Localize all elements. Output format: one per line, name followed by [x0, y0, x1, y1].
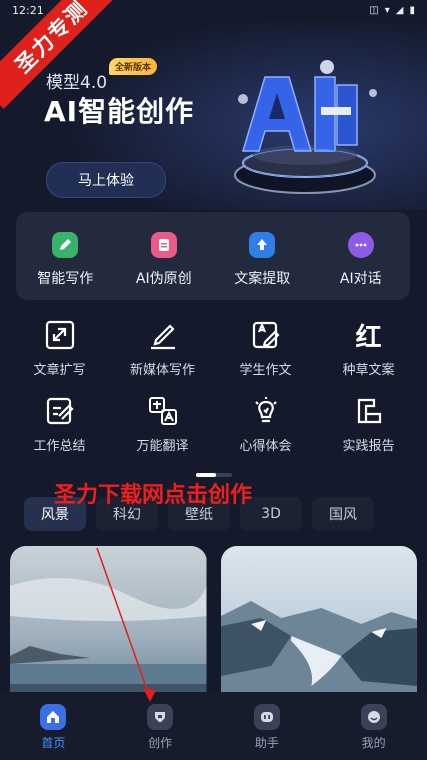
tool-label: 学生作文	[239, 363, 292, 378]
watermark-text: 圣力下载网点击创作	[54, 483, 253, 508]
tool-translate[interactable]: 万能翻译	[111, 394, 214, 470]
nav-label: 首页	[41, 736, 66, 750]
nav-label: 助手	[254, 736, 279, 750]
document-icon	[150, 232, 177, 258]
essay-icon	[249, 318, 283, 352]
nav-label: 创作	[148, 736, 173, 750]
red-glyph: 红	[355, 322, 382, 353]
translate-icon	[146, 394, 180, 428]
nav-profile[interactable]: 我的	[320, 692, 427, 760]
create-icon	[147, 704, 174, 730]
try-now-button[interactable]: 马上体验	[46, 162, 166, 198]
tool-work-summary[interactable]: 工作总结	[8, 394, 111, 470]
tool-new-media[interactable]: 新媒体写作	[111, 318, 214, 394]
status-time: 12:21	[12, 3, 44, 17]
tools-grid: 文章扩写 新媒体写作 学生作文 红 种草文案 工作总结 万能翻译 心得体会 实践…	[8, 318, 420, 470]
gallery-image-sea[interactable]	[10, 546, 207, 696]
vibrate-icon: ◫	[369, 4, 379, 16]
tool-label: 文章扩写	[33, 363, 86, 378]
tool-label: 实践报告	[342, 439, 395, 454]
chat-icon	[347, 232, 374, 258]
bottom-nav: 首页 创作 助手 我的	[0, 692, 427, 760]
quick-ai-rewrite[interactable]: AI伪原创	[115, 212, 214, 300]
nav-home[interactable]: 首页	[0, 692, 107, 760]
banner-headline: AI智能创作	[44, 95, 195, 128]
tab-guofeng[interactable]: 国风	[312, 497, 374, 531]
quick-label: 智能写作	[37, 271, 94, 287]
tool-practice-report[interactable]: 实践报告	[317, 394, 420, 470]
tool-label: 工作总结	[33, 439, 86, 454]
assistant-icon	[253, 704, 280, 730]
tool-label: 种草文案	[342, 363, 395, 378]
upload-icon	[249, 232, 276, 258]
ai-3d-illustration	[234, 60, 377, 194]
pen-icon	[52, 232, 79, 258]
new-version-badge: 全新版本	[109, 58, 158, 75]
home-icon	[40, 704, 67, 730]
quick-actions-card: 智能写作 AI伪原创 文案提取 AI对话	[16, 212, 410, 300]
quick-ai-chat[interactable]: AI对话	[312, 212, 411, 300]
quick-label: AI伪原创	[135, 271, 192, 287]
gallery-image-fjord[interactable]	[220, 546, 417, 696]
tool-article-expand[interactable]: 文章扩写	[8, 318, 111, 394]
profile-icon	[360, 704, 387, 730]
quick-label: 文案提取	[234, 271, 291, 287]
red-text-icon: 红	[352, 318, 386, 353]
image-gallery	[10, 546, 417, 696]
quick-text-extract[interactable]: 文案提取	[213, 212, 312, 300]
expand-icon	[43, 318, 77, 352]
nav-create[interactable]: 创作	[107, 692, 214, 760]
status-icons: ◫ ▾ ◢ ▮	[369, 5, 415, 16]
nav-assistant[interactable]: 助手	[214, 692, 321, 760]
signal-icon: ◢	[395, 4, 404, 16]
wifi-icon: ▾	[384, 4, 390, 16]
tool-insights[interactable]: 心得体会	[214, 394, 317, 470]
report-icon	[352, 394, 386, 428]
summary-icon	[43, 394, 77, 428]
nav-label: 我的	[361, 736, 386, 750]
tool-student-essay[interactable]: 学生作文	[214, 318, 317, 394]
quick-smart-writing[interactable]: 智能写作	[16, 212, 115, 300]
tool-label: 心得体会	[239, 439, 292, 454]
tool-label: 万能翻译	[136, 439, 189, 454]
write-line-icon	[146, 318, 180, 352]
battery-icon: ▮	[409, 4, 415, 16]
quick-label: AI对话	[339, 271, 382, 287]
bulb-icon	[249, 394, 283, 428]
tool-label: 新媒体写作	[129, 363, 195, 378]
tool-seeding-copy[interactable]: 红 种草文案	[317, 318, 420, 394]
